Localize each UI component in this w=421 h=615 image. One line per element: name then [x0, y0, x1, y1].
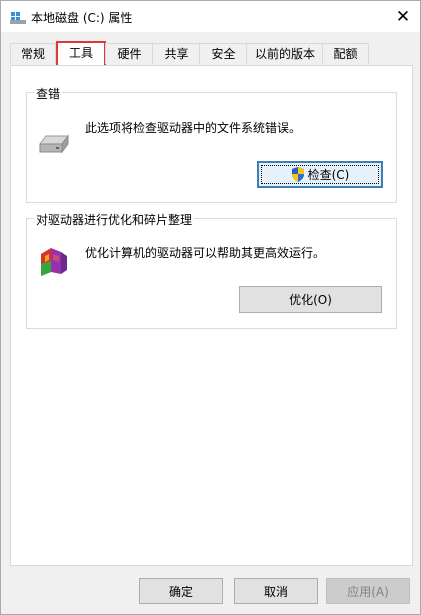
optimize-button[interactable]: 优化(O) [239, 286, 382, 313]
window-title: 本地磁盘 (C:) 属性 [31, 11, 133, 25]
optimize-description: 优化计算机的驱动器可以帮助其更高效运行。 [85, 246, 326, 260]
cancel-button[interactable]: 取消 [234, 578, 318, 604]
tools-panel: 查错 此选项将检查驱动器中的文件系统错误。 检查(C) 对驱动器进行优化和碎片整… [10, 65, 413, 566]
optimize-group: 对驱动器进行优化和碎片整理 优化计算机的驱动器可以帮助其更高效运行。 优化(O) [26, 211, 397, 329]
error-check-title: 查错 [34, 85, 63, 102]
tab-hardware[interactable]: 硬件 [105, 43, 154, 64]
tab-security[interactable]: 安全 [199, 43, 248, 64]
tab-general[interactable]: 常规 [10, 43, 56, 64]
close-button[interactable]: ✕ [386, 1, 420, 32]
drive-icon [38, 132, 70, 156]
optimize-title: 对驱动器进行优化和碎片整理 [34, 211, 195, 228]
error-check-group: 查错 此选项将检查驱动器中的文件系统错误。 检查(C) [26, 85, 397, 203]
drive-title-icon [10, 10, 26, 24]
tab-strip: 常规 工具 硬件 共享 安全 以前的版本 配额 [10, 41, 410, 66]
focus-ring [261, 165, 379, 184]
check-button[interactable]: 检查(C) [257, 161, 383, 188]
defrag-icon [37, 244, 71, 278]
error-check-description: 此选项将检查驱动器中的文件系统错误。 [85, 121, 302, 135]
tab-quota[interactable]: 配额 [322, 43, 369, 64]
tab-tools[interactable]: 工具 [56, 41, 106, 66]
properties-dialog: 本地磁盘 (C:) 属性 ✕ 常规 工具 硬件 共享 安全 以前的版本 配额 查… [0, 0, 421, 615]
tab-previous-versions[interactable]: 以前的版本 [246, 43, 324, 64]
title-bar[interactable]: 本地磁盘 (C:) 属性 ✕ [1, 1, 420, 32]
apply-button[interactable]: 应用(A) [326, 578, 410, 604]
tab-sharing[interactable]: 共享 [152, 43, 201, 64]
ok-button[interactable]: 确定 [139, 578, 223, 604]
